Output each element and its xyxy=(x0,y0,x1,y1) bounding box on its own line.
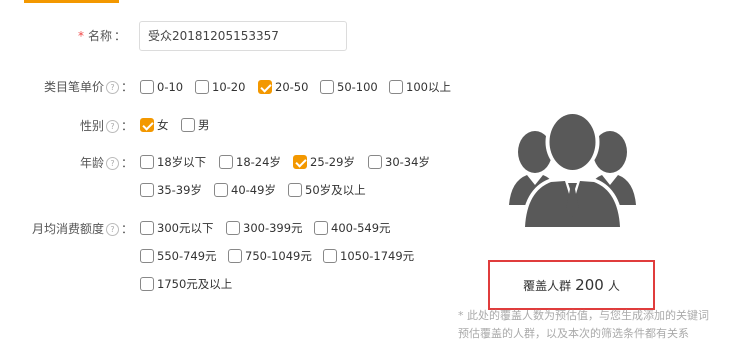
checkbox[interactable] xyxy=(314,221,328,235)
monthly-spend-option[interactable]: 1050-1749元 xyxy=(323,247,414,265)
checkbox[interactable] xyxy=(368,155,382,169)
checkbox[interactable] xyxy=(288,183,302,197)
option-label: 35-39岁 xyxy=(157,183,202,197)
gender-label: 性别?： xyxy=(80,118,133,134)
checkbox[interactable] xyxy=(140,221,154,235)
option-label: 18岁以下 xyxy=(157,155,207,169)
category-price-label: 类目笔单价?： xyxy=(44,79,133,95)
age-option[interactable]: 25-29岁 xyxy=(293,153,355,171)
checkbox[interactable] xyxy=(293,155,307,169)
colon: ： xyxy=(121,156,134,170)
monthly-spend-label: 月均消费额度?： xyxy=(32,221,133,237)
checkbox[interactable] xyxy=(323,249,337,263)
name-input[interactable]: 受众20181205153357 xyxy=(139,21,347,51)
option-label: 50岁及以上 xyxy=(305,183,366,197)
category-price-option[interactable]: 10-20 xyxy=(195,78,245,96)
option-label: 30-34岁 xyxy=(385,155,430,169)
checkbox[interactable] xyxy=(140,249,154,263)
checkbox[interactable] xyxy=(320,80,334,94)
age-option[interactable]: 30-34岁 xyxy=(368,153,430,171)
coverage-count-box: 覆盖人群 200 人 xyxy=(488,260,655,310)
colon: ： xyxy=(114,29,127,43)
colon: ： xyxy=(121,119,134,133)
option-label: 300元以下 xyxy=(157,221,214,235)
question-circle-icon[interactable]: ? xyxy=(106,223,120,236)
age-label: 年龄?： xyxy=(80,155,133,171)
option-label: 0-10 xyxy=(157,80,184,94)
category-price-option[interactable]: 100以上 xyxy=(389,78,451,96)
monthly-spend-label-text: 月均消费额度 xyxy=(32,222,105,236)
option-label: 女 xyxy=(157,118,169,132)
checkbox[interactable] xyxy=(219,155,233,169)
checkbox[interactable] xyxy=(228,249,242,263)
option-label: 20-50 xyxy=(275,80,309,94)
category-price-option[interactable]: 50-100 xyxy=(320,78,378,96)
monthly-spend-option[interactable]: 300-399元 xyxy=(226,219,303,237)
monthly-spend-option[interactable]: 750-1049元 xyxy=(228,247,312,265)
coverage-count: 200 xyxy=(575,276,604,294)
checkbox[interactable] xyxy=(140,155,154,169)
category-price-option[interactable]: 20-50 xyxy=(258,78,308,96)
option-label: 1750元及以上 xyxy=(157,277,233,291)
question-circle-icon[interactable]: ? xyxy=(106,157,120,170)
colon: ： xyxy=(121,80,134,94)
people-group-icon xyxy=(509,111,636,229)
option-label: 100以上 xyxy=(406,80,451,94)
coverage-suffix: 人 xyxy=(607,278,620,293)
checkbox[interactable] xyxy=(140,118,154,132)
checkbox[interactable] xyxy=(389,80,403,94)
name-label-text: 名称 xyxy=(88,29,113,43)
question-circle-icon[interactable]: ? xyxy=(106,120,120,133)
checkbox[interactable] xyxy=(181,118,195,132)
question-circle-icon[interactable]: ? xyxy=(106,81,120,94)
checkbox[interactable] xyxy=(258,80,272,94)
age-option[interactable]: 35-39岁 xyxy=(140,181,202,199)
option-label: 750-1049元 xyxy=(245,249,312,263)
age-label-text: 年龄 xyxy=(80,156,105,170)
active-tab-indicator xyxy=(24,0,119,3)
checkbox[interactable] xyxy=(140,277,154,291)
option-label: 18-24岁 xyxy=(236,155,281,169)
gender-label-text: 性别 xyxy=(80,119,105,133)
monthly-spend-option[interactable]: 1750元及以上 xyxy=(140,275,232,293)
monthly-spend-option[interactable]: 400-549元 xyxy=(314,219,391,237)
age-option[interactable]: 18-24岁 xyxy=(219,153,281,171)
checkbox[interactable] xyxy=(226,221,240,235)
option-label: 1050-1749元 xyxy=(340,249,415,263)
option-label: 300-399元 xyxy=(243,221,303,235)
age-option[interactable]: 40-49岁 xyxy=(214,181,276,199)
option-label: 10-20 xyxy=(212,80,246,94)
colon: ： xyxy=(121,222,134,236)
option-label: 50-100 xyxy=(337,80,378,94)
age-option[interactable]: 50岁及以上 xyxy=(288,181,366,199)
option-label: 40-49岁 xyxy=(231,183,276,197)
monthly-spend-option[interactable]: 300元以下 xyxy=(140,219,213,237)
coverage-prefix: 覆盖人群 xyxy=(523,278,572,293)
option-label: 550-749元 xyxy=(157,249,217,263)
option-label: 男 xyxy=(198,118,210,132)
option-label: 25-29岁 xyxy=(310,155,355,169)
checkbox[interactable] xyxy=(140,80,154,94)
category-price-option[interactable]: 0-10 xyxy=(140,78,183,96)
gender-option[interactable]: 男 xyxy=(181,116,210,134)
checkbox[interactable] xyxy=(140,183,154,197)
category-price-label-text: 类目笔单价 xyxy=(44,80,105,94)
checkbox[interactable] xyxy=(214,183,228,197)
gender-option[interactable]: 女 xyxy=(140,116,169,134)
name-label: * 名称： xyxy=(78,28,126,44)
coverage-note: * 此处的覆盖人数为预估值，与您生成添加的关键词预估覆盖的人群，以及本次的筛选条… xyxy=(458,309,709,340)
age-option[interactable]: 18岁以下 xyxy=(140,153,206,171)
required-mark: * xyxy=(78,29,84,43)
checkbox[interactable] xyxy=(195,80,209,94)
monthly-spend-option[interactable]: 550-749元 xyxy=(140,247,217,265)
option-label: 400-549元 xyxy=(331,221,391,235)
